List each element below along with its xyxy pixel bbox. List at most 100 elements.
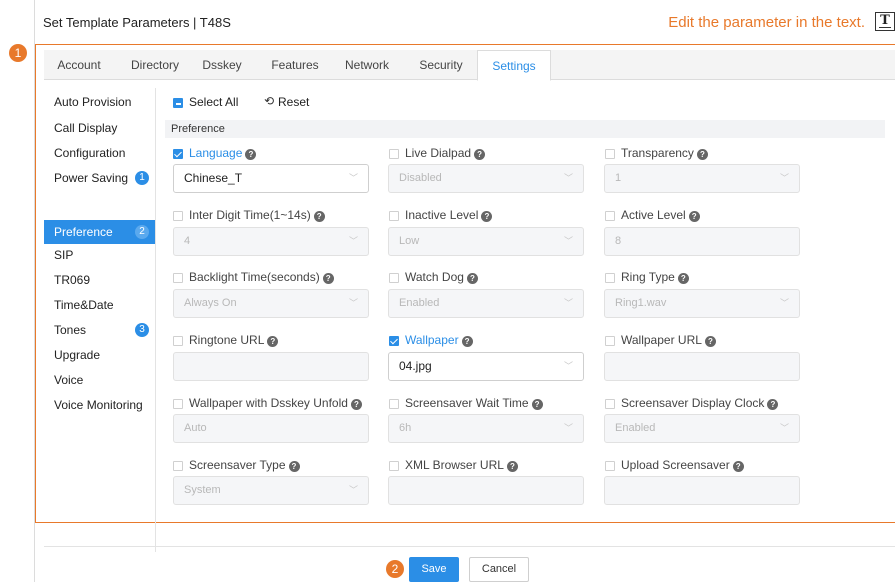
ringtone-url-input[interactable] bbox=[173, 352, 369, 381]
wallpaper-url-input[interactable] bbox=[604, 352, 800, 381]
screensaver-wait-time-select[interactable]: 6h ﹀ bbox=[388, 414, 584, 443]
save-button[interactable]: Save bbox=[409, 557, 459, 582]
upload-screensaver-checkbox[interactable] bbox=[605, 461, 615, 471]
chevron-down-icon: ﹀ bbox=[779, 173, 789, 183]
help-icon[interactable]: ? bbox=[688, 211, 700, 222]
sidebar-item-tones[interactable]: Tones 3 bbox=[44, 318, 155, 342]
help-icon[interactable]: ? bbox=[474, 149, 486, 160]
backlight-time-select[interactable]: Always On ﹀ bbox=[173, 289, 369, 318]
help-icon[interactable]: ? bbox=[245, 149, 257, 160]
wallpaper-dsskey-unfold-label: Wallpaper with Dsskey Unfold? bbox=[189, 396, 362, 410]
chevron-down-icon: ﹀ bbox=[563, 423, 573, 433]
sidebar-item-configuration[interactable]: Configuration bbox=[44, 141, 155, 165]
title-bar: Set Template Parameters | T48S Edit the … bbox=[35, 0, 895, 42]
help-icon[interactable]: ? bbox=[313, 211, 325, 222]
sidebar-item-tr069[interactable]: TR069 bbox=[44, 268, 155, 292]
help-icon[interactable]: ? bbox=[696, 149, 708, 160]
help-icon[interactable]: ? bbox=[267, 336, 279, 347]
text-T-icon: T bbox=[875, 12, 895, 31]
help-icon[interactable]: ? bbox=[461, 336, 473, 347]
inactive-level-checkbox[interactable] bbox=[389, 211, 399, 221]
sidebar-item-label: Auto Provision bbox=[54, 95, 132, 109]
upload-screensaver-label: Upload Screensaver? bbox=[621, 458, 744, 472]
count-badge: 1 bbox=[135, 171, 149, 185]
wallpaper-dsskey-unfold-input[interactable]: Auto bbox=[173, 414, 369, 443]
sidebar-item-label: Voice bbox=[54, 373, 84, 387]
screensaver-display-clock-label: Screensaver Display Clock? bbox=[621, 396, 779, 410]
xml-browser-url-input[interactable] bbox=[388, 476, 584, 505]
help-icon[interactable]: ? bbox=[322, 273, 334, 284]
sidebar-item-voice[interactable]: Voice bbox=[44, 368, 155, 392]
backlight-time-checkbox[interactable] bbox=[173, 273, 183, 283]
screensaver-type-checkbox[interactable] bbox=[173, 461, 183, 471]
transparency-label: Transparency? bbox=[621, 146, 708, 160]
chevron-down-icon: ﹀ bbox=[348, 236, 358, 246]
chevron-down-icon: ﹀ bbox=[348, 173, 358, 183]
language-select[interactable]: Chinese_T ﹀ bbox=[173, 164, 369, 193]
screensaver-type-select[interactable]: System ﹀ bbox=[173, 476, 369, 505]
sidebar-item-preference[interactable]: Preference 2 bbox=[44, 220, 155, 244]
transparency-select[interactable]: 1 ﹀ bbox=[604, 164, 800, 193]
tab-network[interactable]: Network bbox=[335, 50, 399, 80]
live-dialpad-checkbox[interactable] bbox=[389, 149, 399, 159]
ring-type-checkbox[interactable] bbox=[605, 273, 615, 283]
sidebar-item-call-display[interactable]: Call Display bbox=[44, 116, 155, 140]
live-dialpad-select[interactable]: Disabled ﹀ bbox=[388, 164, 584, 193]
reset-icon[interactable]: ⟲ bbox=[264, 94, 274, 108]
sidebar-item-label: Upgrade bbox=[54, 348, 101, 362]
cancel-button[interactable]: Cancel bbox=[469, 557, 529, 582]
ringtone-url-checkbox[interactable] bbox=[173, 336, 183, 346]
sidebar-item-auto-provision[interactable]: Auto Provision bbox=[44, 90, 155, 114]
wallpaper-checkbox[interactable] bbox=[389, 336, 399, 346]
upload-screensaver-input[interactable] bbox=[604, 476, 800, 505]
sidebar-item-voice-monitoring[interactable]: Voice Monitoring bbox=[44, 393, 155, 417]
select-all-checkbox[interactable] bbox=[173, 98, 183, 108]
language-checkbox[interactable] bbox=[173, 149, 183, 159]
tab-security[interactable]: Security bbox=[408, 50, 474, 80]
sidebar-item-sip[interactable]: SIP bbox=[44, 243, 155, 267]
inactive-level-label: Inactive Level? bbox=[405, 208, 493, 222]
help-icon[interactable]: ? bbox=[704, 336, 716, 347]
tab-directory[interactable]: Directory bbox=[120, 50, 190, 80]
transparency-checkbox[interactable] bbox=[605, 149, 615, 159]
reset-button[interactable]: Reset bbox=[278, 95, 309, 109]
screensaver-wait-time-checkbox[interactable] bbox=[389, 399, 399, 409]
screensaver-display-clock-checkbox[interactable] bbox=[605, 399, 615, 409]
screensaver-type-label: Screensaver Type? bbox=[189, 458, 300, 472]
hint-text: Edit the parameter in the text. bbox=[668, 14, 865, 31]
help-icon[interactable]: ? bbox=[506, 461, 518, 472]
sidebar-item-power-saving[interactable]: Power Saving 1 bbox=[44, 166, 155, 190]
step-badge-1: 1 bbox=[9, 44, 27, 62]
inter-digit-time-checkbox[interactable] bbox=[173, 211, 183, 221]
help-icon[interactable]: ? bbox=[677, 273, 689, 284]
inactive-level-select[interactable]: Low ﹀ bbox=[388, 227, 584, 256]
sidebar-item-time-date[interactable]: Time&Date bbox=[44, 293, 155, 317]
help-icon[interactable]: ? bbox=[466, 273, 478, 284]
screensaver-display-clock-select[interactable]: Enabled ﹀ bbox=[604, 414, 800, 443]
tab-dsskey[interactable]: Dsskey bbox=[193, 50, 251, 80]
tab-account[interactable]: Account bbox=[44, 50, 114, 80]
chevron-down-icon: ﹀ bbox=[563, 361, 573, 371]
sidebar-item-upgrade[interactable]: Upgrade bbox=[44, 343, 155, 367]
help-icon[interactable]: ? bbox=[481, 211, 493, 222]
help-icon[interactable]: ? bbox=[767, 399, 779, 410]
wallpaper-dsskey-unfold-checkbox[interactable] bbox=[173, 399, 183, 409]
help-icon[interactable]: ? bbox=[531, 399, 543, 410]
sidebar-item-label: Time&Date bbox=[54, 298, 114, 312]
chevron-down-icon: ﹀ bbox=[779, 423, 789, 433]
help-icon[interactable]: ? bbox=[732, 461, 744, 472]
help-icon[interactable]: ? bbox=[350, 399, 362, 410]
step-badge-2: 2 bbox=[386, 560, 404, 578]
wallpaper-url-checkbox[interactable] bbox=[605, 336, 615, 346]
inter-digit-time-select[interactable]: 4 ﹀ bbox=[173, 227, 369, 256]
watch-dog-checkbox[interactable] bbox=[389, 273, 399, 283]
tab-settings[interactable]: Settings bbox=[477, 50, 551, 81]
tab-features[interactable]: Features bbox=[263, 50, 327, 80]
active-level-input[interactable]: 8 bbox=[604, 227, 800, 256]
wallpaper-select[interactable]: 04.jpg ﹀ bbox=[388, 352, 584, 381]
ring-type-select[interactable]: Ring1.wav ﹀ bbox=[604, 289, 800, 318]
help-icon[interactable]: ? bbox=[288, 461, 300, 472]
active-level-checkbox[interactable] bbox=[605, 211, 615, 221]
watch-dog-select[interactable]: Enabled ﹀ bbox=[388, 289, 584, 318]
xml-browser-url-checkbox[interactable] bbox=[389, 461, 399, 471]
